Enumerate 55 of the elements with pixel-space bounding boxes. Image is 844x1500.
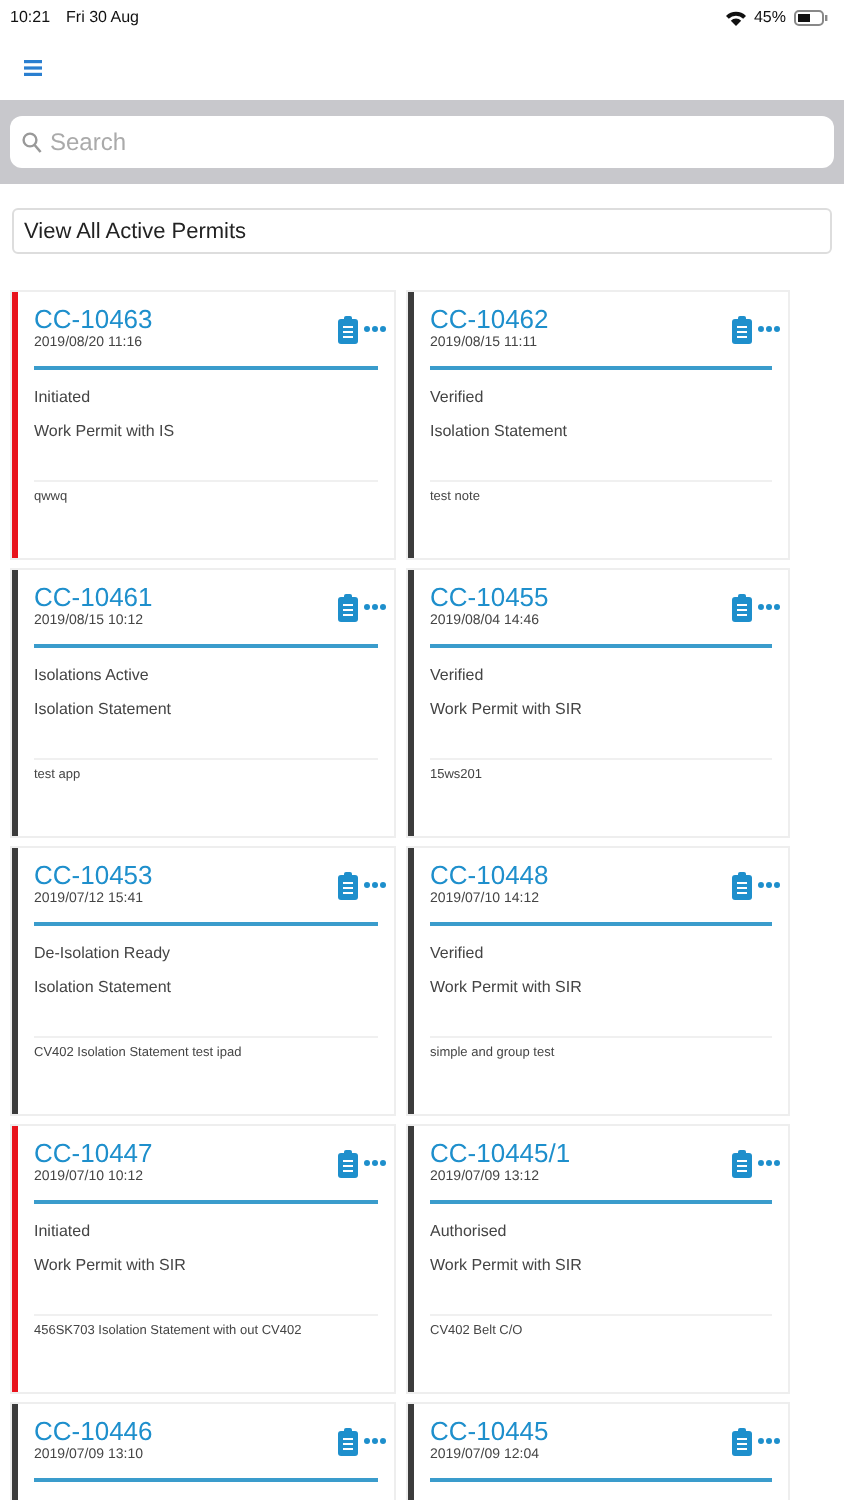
more-icon[interactable] <box>758 326 780 332</box>
status-time: 10:21 <box>10 8 51 26</box>
clipboard-icon[interactable] <box>338 593 358 621</box>
clipboard-icon[interactable] <box>732 871 752 899</box>
clipboard-icon[interactable] <box>338 1427 358 1455</box>
more-icon[interactable] <box>364 326 386 332</box>
more-icon[interactable] <box>758 604 780 610</box>
permit-type: Work Permit with IS <box>34 422 177 440</box>
battery-percent: 45% <box>753 8 786 26</box>
permit-status: Verified <box>430 666 486 684</box>
clipboard-icon[interactable] <box>732 315 752 343</box>
permit-status: Initiated <box>34 1222 93 1240</box>
permit-status: Verified <box>430 388 486 406</box>
permit-status: Authorised <box>430 1222 509 1240</box>
permit-type: Isolation Statement <box>34 978 173 996</box>
clipboard-icon[interactable] <box>732 593 752 621</box>
permit-type: Work Permit with SIR <box>34 1256 188 1274</box>
more-icon[interactable] <box>758 882 780 888</box>
permit-status: De-Isolation Ready <box>34 944 173 962</box>
more-icon[interactable] <box>364 1438 386 1444</box>
status-date: Fri 30 Aug <box>66 8 139 26</box>
clipboard-icon[interactable] <box>338 315 358 343</box>
permit-id: CC-10446 <box>34 1416 155 1446</box>
wifi-icon <box>725 9 746 25</box>
clipboard-icon[interactable] <box>338 1149 358 1177</box>
permit-type: Work Permit with SIR <box>430 1256 584 1274</box>
permit-status: Verified <box>430 944 486 962</box>
more-icon[interactable] <box>758 1438 780 1444</box>
clipboard-icon[interactable] <box>732 1149 752 1177</box>
search-field[interactable]: Search <box>10 116 834 168</box>
more-icon[interactable] <box>758 1160 780 1166</box>
permit-id: CC-10463 <box>34 304 155 334</box>
search-icon <box>22 132 42 154</box>
permit-type: Work Permit with SIR <box>430 700 584 718</box>
clipboard-icon[interactable] <box>732 1427 752 1455</box>
permit-status: Isolations Active <box>34 666 151 684</box>
permit-status: Initiated <box>34 388 93 406</box>
clipboard-icon[interactable] <box>338 871 358 899</box>
permit-filter-dropdown[interactable]: View All Active Permits <box>12 208 832 254</box>
permit-id: CC-10455 <box>430 582 551 612</box>
permit-id: CC-10447 <box>34 1138 155 1168</box>
permit-id: CC-10462 <box>430 304 551 334</box>
permit-type: Isolation Statement <box>34 700 173 718</box>
menu-icon[interactable] <box>24 59 42 75</box>
more-icon[interactable] <box>364 604 386 610</box>
permit-id: CC-10453 <box>34 860 155 890</box>
permit-id: CC-10448 <box>430 860 551 890</box>
battery-icon <box>794 9 828 25</box>
permit-id: CC-10461 <box>34 582 155 612</box>
permit-id: CC-10445/1 <box>430 1138 573 1168</box>
more-icon[interactable] <box>364 882 386 888</box>
permit-type: Work Permit with SIR <box>430 978 584 996</box>
permit-id: CC-10445 <box>430 1416 551 1446</box>
more-icon[interactable] <box>364 1160 386 1166</box>
permit-type: Isolation Statement <box>430 422 569 440</box>
